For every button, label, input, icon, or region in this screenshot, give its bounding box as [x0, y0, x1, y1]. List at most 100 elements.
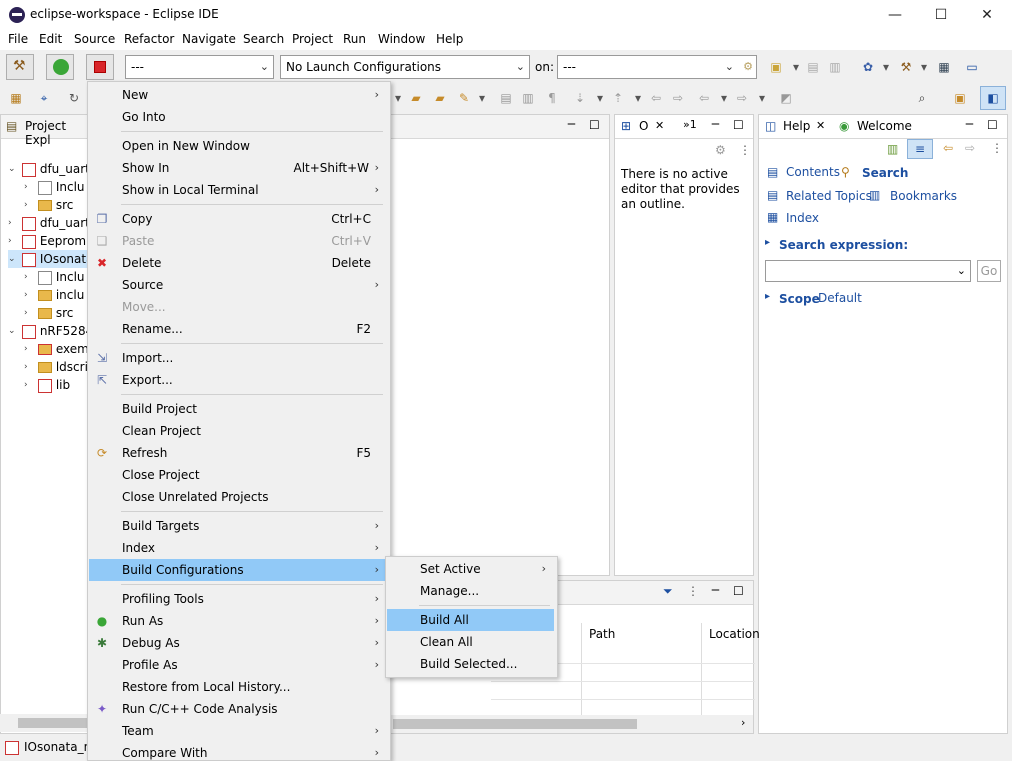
- open-type-icon[interactable]: ▰: [432, 90, 448, 106]
- outline-tab[interactable]: O: [639, 119, 648, 133]
- menu-file[interactable]: File: [8, 32, 28, 46]
- minimize-button[interactable]: —: [872, 0, 918, 30]
- toggle-icon[interactable]: ▤: [498, 90, 514, 106]
- maximize-icon[interactable]: ☐: [733, 118, 744, 132]
- tree-item-nrf5284[interactable]: ⌄ nRF5284: [8, 322, 93, 340]
- bookmarks-link[interactable]: Bookmarks: [890, 189, 957, 203]
- menu-item-delete[interactable]: ✖ Delete Delete: [89, 252, 387, 274]
- minimize-icon[interactable]: ‒: [567, 116, 576, 132]
- chevron-right-icon[interactable]: ›: [24, 268, 34, 286]
- menu-item-build-project[interactable]: Build Project: [89, 398, 387, 420]
- menu-item-build-targets[interactable]: Build Targets ›: [89, 515, 387, 537]
- search-expression-label[interactable]: Search expression:: [779, 238, 908, 252]
- open-folder-icon[interactable]: ▰: [408, 90, 424, 106]
- menu-item-show-in-local-terminal[interactable]: Show in Local Terminal ›: [89, 179, 387, 201]
- minimize-icon[interactable]: ‒: [965, 116, 974, 132]
- chevron-right-icon[interactable]: ›: [24, 358, 34, 376]
- menu-item-close-unrelated-projects[interactable]: Close Unrelated Projects: [89, 486, 387, 508]
- launch-target-combo[interactable]: --- ⌄ ⚙: [557, 55, 757, 79]
- menu-item-new[interactable]: New ›: [89, 84, 387, 106]
- dropdown-arrow-icon[interactable]: ▾: [592, 90, 608, 106]
- chevron-down-icon[interactable]: ⌄: [8, 160, 18, 178]
- tree-item-lib[interactable]: › lib: [24, 376, 70, 394]
- launch-run-button[interactable]: [46, 54, 74, 80]
- forward-arrow-icon[interactable]: ⇨: [965, 141, 975, 155]
- scrollbar-thumb[interactable]: [393, 719, 637, 729]
- menu-item-open-in-new-window[interactable]: Open in New Window: [89, 135, 387, 157]
- overflow-tabs[interactable]: »1: [683, 118, 697, 131]
- index-link[interactable]: Index: [786, 211, 819, 225]
- scrollbar-thumb[interactable]: [18, 718, 88, 728]
- close-button[interactable]: ✕: [964, 0, 1010, 30]
- search-icon[interactable]: ⌕: [914, 90, 930, 106]
- forward-icon[interactable]: ⇨: [734, 90, 750, 106]
- maximize-icon[interactable]: ☐: [733, 584, 744, 598]
- menu-source[interactable]: Source: [74, 32, 115, 46]
- menu-item-paste[interactable]: ❑ Paste Ctrl+V: [89, 230, 387, 252]
- chevron-right-icon[interactable]: ›: [24, 340, 34, 358]
- chevron-right-icon[interactable]: ›: [24, 376, 34, 394]
- chevron-right-icon[interactable]: ›: [24, 304, 34, 322]
- menu-item-export[interactable]: ⇱ Export...: [89, 369, 387, 391]
- menu-item-build-selected[interactable]: Build Selected...: [387, 653, 554, 675]
- menu-item-compare-with[interactable]: Compare With ›: [89, 742, 387, 761]
- menu-item-rename[interactable]: Rename... F2: [89, 318, 387, 340]
- wand-icon[interactable]: ✎: [456, 90, 472, 106]
- launch-config-combo[interactable]: No Launch Configurations ⌄: [280, 55, 530, 79]
- menu-item-import[interactable]: ⇲ Import...: [89, 347, 387, 369]
- chevron-right-icon[interactable]: ›: [24, 286, 34, 304]
- dropdown-arrow-icon[interactable]: ▾: [474, 90, 490, 106]
- minimize-icon[interactable]: ‒: [711, 582, 720, 598]
- filter-icon[interactable]: ⏷: [663, 584, 673, 599]
- tree-item-ldscri[interactable]: › ldscri: [24, 358, 88, 376]
- view-menu-icon[interactable]: ⋮: [687, 584, 699, 598]
- chevron-down-icon[interactable]: ⌄: [8, 250, 18, 268]
- menu-search[interactable]: Search: [243, 32, 284, 46]
- save-all-icon[interactable]: ▥: [827, 59, 843, 75]
- menu-item-refresh[interactable]: ⟳ Refresh F5: [89, 442, 387, 464]
- dropdown-arrow-icon[interactable]: ▾: [754, 90, 770, 106]
- new-icon[interactable]: ▣: [768, 59, 784, 75]
- settings-gears-icon[interactable]: ⚙: [715, 143, 726, 157]
- menu-item-team[interactable]: Team ›: [89, 720, 387, 742]
- tree-item-exem[interactable]: › exem: [24, 340, 89, 358]
- back-arrow-icon[interactable]: ⇦: [943, 141, 953, 155]
- dropdown-arrow-icon[interactable]: ▾: [878, 59, 894, 75]
- maximize-button[interactable]: ☐: [918, 0, 964, 30]
- search-expression-input[interactable]: ⌄: [765, 260, 971, 282]
- open-perspective-icon[interactable]: ▣: [952, 90, 968, 106]
- prev-annotation-icon[interactable]: ⇡: [610, 90, 626, 106]
- launch-mode-combo[interactable]: --- ⌄: [125, 55, 274, 79]
- dropdown-arrow-icon[interactable]: ▾: [716, 90, 732, 106]
- last-edit-icon[interactable]: ⇦: [648, 90, 664, 106]
- menu-item-profile-as[interactable]: Profile As ›: [89, 654, 387, 676]
- show-in-toc-icon[interactable]: ▥: [887, 142, 898, 156]
- close-icon[interactable]: ✕: [816, 119, 825, 132]
- menu-item-copy[interactable]: ❐ Copy Ctrl+C: [89, 208, 387, 230]
- dropdown-arrow-icon[interactable]: ▾: [788, 59, 804, 75]
- tree-horizontal-scrollbar[interactable]: [0, 714, 88, 732]
- contents-link[interactable]: Contents: [786, 165, 840, 179]
- column-header-path[interactable]: Path: [589, 627, 615, 641]
- stop-button[interactable]: [86, 54, 114, 80]
- welcome-tab[interactable]: Welcome: [857, 119, 912, 133]
- menu-item-manage[interactable]: Manage...: [387, 580, 554, 602]
- menu-item-index[interactable]: Index ›: [89, 537, 387, 559]
- menu-refactor[interactable]: Refactor: [124, 32, 174, 46]
- chevron-down-icon[interactable]: ⌄: [8, 322, 18, 340]
- binary-icon[interactable]: ▦: [936, 59, 952, 75]
- horizontal-scrollbar[interactable]: ›: [391, 715, 753, 733]
- menu-item-run-as[interactable]: ● Run As ›: [89, 610, 387, 632]
- tree-item-src-1[interactable]: › src: [24, 196, 73, 214]
- tree-item-src-2[interactable]: › src: [24, 304, 73, 322]
- menu-item-build-configurations[interactable]: Build Configurations ›: [89, 559, 387, 581]
- menu-item-move[interactable]: Move...: [89, 296, 387, 318]
- menu-run[interactable]: Run: [343, 32, 366, 46]
- menu-item-clean-project[interactable]: Clean Project: [89, 420, 387, 442]
- chevron-right-icon[interactable]: ▸: [765, 291, 770, 302]
- tree-item-includes-2[interactable]: › Inclu: [24, 268, 85, 286]
- help-tab[interactable]: Help: [783, 119, 810, 133]
- tool-icon[interactable]: ↻: [66, 90, 82, 106]
- menu-item-go-into[interactable]: Go Into: [89, 106, 387, 128]
- view-menu-icon[interactable]: ⋮: [991, 141, 1003, 155]
